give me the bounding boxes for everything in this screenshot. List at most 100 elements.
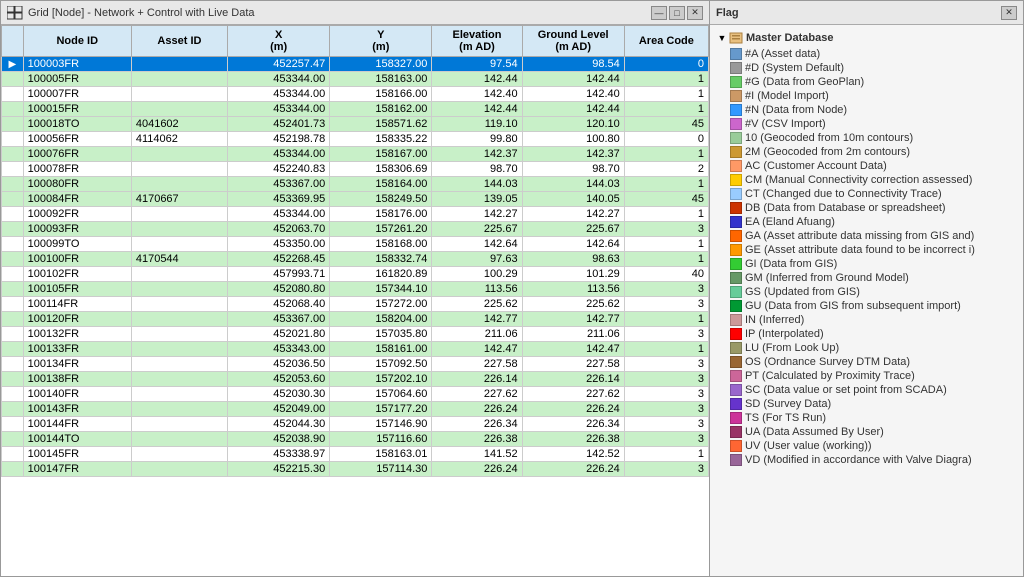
cell-4[interactable]: 157035.80: [330, 327, 432, 342]
cell-5[interactable]: 142.64: [432, 237, 522, 252]
cell-5[interactable]: 142.40: [432, 87, 522, 102]
table-row[interactable]: 100056FR4114062452198.78158335.2299.8010…: [2, 132, 709, 147]
cell-5[interactable]: 141.52: [432, 447, 522, 462]
flag-tree-item[interactable]: EA (Eland Afuang): [714, 215, 1019, 229]
cell-5[interactable]: 142.77: [432, 312, 522, 327]
cell-6[interactable]: 227.62: [522, 387, 624, 402]
col-header-y[interactable]: Y(m): [330, 26, 432, 57]
cell-5[interactable]: 225.62: [432, 297, 522, 312]
cell-1[interactable]: 100078FR: [23, 162, 131, 177]
cell-7[interactable]: 3: [624, 462, 708, 477]
cell-0[interactable]: [2, 87, 24, 102]
cell-3[interactable]: 452240.83: [228, 162, 330, 177]
cell-1[interactable]: 100015FR: [23, 102, 131, 117]
cell-0[interactable]: [2, 447, 24, 462]
table-row[interactable]: 100147FR452215.30157114.30226.24226.243: [2, 462, 709, 477]
cell-7[interactable]: 1: [624, 237, 708, 252]
table-row[interactable]: 100134FR452036.50157092.50227.58227.583: [2, 357, 709, 372]
cell-6[interactable]: 226.24: [522, 462, 624, 477]
cell-6[interactable]: 140.05: [522, 192, 624, 207]
cell-5[interactable]: 97.54: [432, 57, 522, 72]
cell-5[interactable]: 113.56: [432, 282, 522, 297]
cell-2[interactable]: [131, 102, 227, 117]
flag-tree-item[interactable]: #D (System Default): [714, 61, 1019, 75]
cell-3[interactable]: 452063.70: [228, 222, 330, 237]
grid-scroll-area[interactable]: Node ID Asset ID X(m) Y(m) Elevation(m A…: [1, 25, 709, 576]
cell-7[interactable]: 0: [624, 132, 708, 147]
cell-1[interactable]: 100099TO: [23, 237, 131, 252]
cell-0[interactable]: [2, 387, 24, 402]
cell-5[interactable]: 139.05: [432, 192, 522, 207]
cell-5[interactable]: 98.70: [432, 162, 522, 177]
cell-1[interactable]: 100105FR: [23, 282, 131, 297]
cell-2[interactable]: [131, 372, 227, 387]
cell-7[interactable]: 1: [624, 447, 708, 462]
cell-7[interactable]: 3: [624, 402, 708, 417]
table-row[interactable]: 100076FR453344.00158167.00142.37142.371: [2, 147, 709, 162]
cell-4[interactable]: 158249.50: [330, 192, 432, 207]
table-row[interactable]: 100093FR452063.70157261.20225.67225.673: [2, 222, 709, 237]
cell-5[interactable]: 100.29: [432, 267, 522, 282]
cell-3[interactable]: 452030.30: [228, 387, 330, 402]
cell-0[interactable]: [2, 312, 24, 327]
table-row[interactable]: 100144TO452038.90157116.60226.38226.383: [2, 432, 709, 447]
cell-3[interactable]: 453344.00: [228, 147, 330, 162]
cell-7[interactable]: 45: [624, 192, 708, 207]
cell-5[interactable]: 226.24: [432, 402, 522, 417]
close-button[interactable]: ✕: [687, 6, 703, 20]
cell-5[interactable]: 226.34: [432, 417, 522, 432]
flag-tree-item[interactable]: IN (Inferred): [714, 313, 1019, 327]
flag-tree-item[interactable]: VD (Modified in accordance with Valve Di…: [714, 453, 1019, 467]
flag-tree-item[interactable]: GE (Asset attribute data found to be inc…: [714, 243, 1019, 257]
cell-3[interactable]: 453344.00: [228, 207, 330, 222]
table-row[interactable]: 100102FR457993.71161820.89100.29101.2940: [2, 267, 709, 282]
cell-4[interactable]: 157114.30: [330, 462, 432, 477]
table-row[interactable]: 100144FR452044.30157146.90226.34226.343: [2, 417, 709, 432]
maximize-button[interactable]: □: [669, 6, 685, 20]
cell-1[interactable]: 100144FR: [23, 417, 131, 432]
cell-4[interactable]: 158332.74: [330, 252, 432, 267]
cell-1[interactable]: 100007FR: [23, 87, 131, 102]
col-header-x[interactable]: X(m): [228, 26, 330, 57]
cell-2[interactable]: [131, 447, 227, 462]
cell-0[interactable]: [2, 102, 24, 117]
table-row[interactable]: 100007FR453344.00158166.00142.40142.401: [2, 87, 709, 102]
cell-4[interactable]: 158167.00: [330, 147, 432, 162]
cell-4[interactable]: 158161.00: [330, 342, 432, 357]
cell-0[interactable]: [2, 132, 24, 147]
cell-0[interactable]: [2, 462, 24, 477]
cell-2[interactable]: [131, 222, 227, 237]
cell-3[interactable]: 452053.60: [228, 372, 330, 387]
cell-5[interactable]: 226.14: [432, 372, 522, 387]
cell-7[interactable]: 1: [624, 177, 708, 192]
cell-4[interactable]: 158306.69: [330, 162, 432, 177]
cell-1[interactable]: 100084FR: [23, 192, 131, 207]
cell-0[interactable]: [2, 177, 24, 192]
cell-6[interactable]: 225.67: [522, 222, 624, 237]
cell-7[interactable]: 1: [624, 342, 708, 357]
cell-2[interactable]: [131, 402, 227, 417]
flag-tree-item[interactable]: GS (Updated from GIS): [714, 285, 1019, 299]
flag-tree-item[interactable]: #N (Data from Node): [714, 103, 1019, 117]
cell-7[interactable]: 1: [624, 312, 708, 327]
cell-1[interactable]: 100144TO: [23, 432, 131, 447]
cell-6[interactable]: 226.24: [522, 402, 624, 417]
cell-2[interactable]: [131, 327, 227, 342]
cell-1[interactable]: 100100FR: [23, 252, 131, 267]
cell-4[interactable]: 157064.60: [330, 387, 432, 402]
cell-5[interactable]: 97.63: [432, 252, 522, 267]
cell-1[interactable]: 100003FR: [23, 57, 131, 72]
cell-1[interactable]: 100132FR: [23, 327, 131, 342]
cell-0[interactable]: [2, 282, 24, 297]
cell-4[interactable]: 158168.00: [330, 237, 432, 252]
cell-0[interactable]: [2, 402, 24, 417]
cell-6[interactable]: 226.14: [522, 372, 624, 387]
table-row[interactable]: 100132FR452021.80157035.80211.06211.063: [2, 327, 709, 342]
cell-4[interactable]: 158166.00: [330, 87, 432, 102]
cell-7[interactable]: 3: [624, 327, 708, 342]
flag-tree-item[interactable]: LU (From Look Up): [714, 341, 1019, 355]
cell-4[interactable]: 157272.00: [330, 297, 432, 312]
col-header-elevation[interactable]: Elevation(m AD): [432, 26, 522, 57]
cell-0[interactable]: [2, 372, 24, 387]
cell-3[interactable]: 452021.80: [228, 327, 330, 342]
